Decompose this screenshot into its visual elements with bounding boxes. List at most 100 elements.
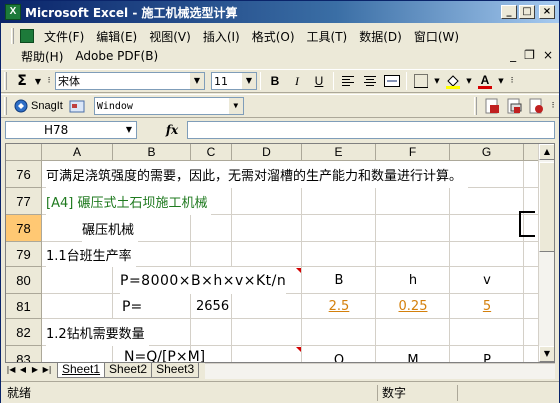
borders-icon[interactable] [411,71,431,91]
first-sheet-icon[interactable]: |◀ [5,363,17,377]
column-header-b[interactable]: B [113,144,191,161]
column-header-d[interactable]: D [232,144,302,161]
font-size-select[interactable]: 11 ▼ [211,72,257,90]
merge-center-icon[interactable] [382,71,402,91]
column-header-g[interactable]: G [450,144,524,161]
cell-e81[interactable]: 2.5 [302,294,376,319]
menu-help[interactable]: 帮助(H) [15,48,69,65]
cell-g83[interactable]: P [450,350,524,363]
cell-a79[interactable]: 1.1台班生产率 [46,242,136,267]
tab-sheet3[interactable]: Sheet3 [151,363,200,378]
menu-grip[interactable] [11,28,14,44]
align-left-icon[interactable] [338,71,358,91]
row-header-78[interactable]: 78 [6,215,42,242]
pdf-email-icon[interactable] [504,96,524,116]
row-header-77[interactable]: 77 [6,188,42,215]
formula-input[interactable] [187,121,555,139]
toolbar-grip[interactable] [4,72,7,90]
cell-b83[interactable]: N=Q/[P×M] [124,346,205,362]
row-header-79[interactable]: 79 [6,242,42,267]
autosum-dropdown-icon[interactable]: ▼ [34,71,42,91]
underline-button[interactable]: U [309,71,329,91]
menu-tools[interactable]: 工具(T) [301,28,354,45]
row-header-82[interactable]: 82 [6,319,42,346]
select-all-corner[interactable] [6,144,42,161]
cell-e80[interactable]: B [302,267,376,294]
row-header-76[interactable]: 76 [6,161,42,188]
pdf-review-icon[interactable] [526,96,546,116]
snagit-settings-icon[interactable] [67,96,87,116]
maximize-button[interactable]: □ [519,5,535,19]
formula-bar: H78 ▼ fx [1,119,559,141]
cell-f80[interactable]: h [376,267,450,294]
workbook-close-button[interactable]: × [543,48,553,62]
column-header-f[interactable]: F [376,144,450,161]
menu-view[interactable]: 视图(V) [143,28,197,45]
menu-window[interactable]: 窗口(W) [408,28,465,45]
cell-a77[interactable]: [A4] 碾压式土石坝施工机械 [46,188,212,215]
toolbar-grip[interactable] [4,97,7,115]
tab-sheet2[interactable]: Sheet2 [104,363,153,378]
autosum-icon[interactable]: Σ [12,71,32,91]
cell-f81[interactable]: 0.25 [376,294,450,319]
fill-color-icon[interactable] [443,71,463,91]
row-header-83[interactable]: 83 [6,346,42,362]
column-header-e[interactable]: E [302,144,376,161]
scroll-thumb[interactable] [539,162,554,252]
cell-g81[interactable]: 5 [450,294,524,319]
font-color-icon[interactable]: A [475,71,495,91]
last-sheet-icon[interactable]: ▶| [41,363,53,377]
italic-button[interactable]: I [287,71,307,91]
toolbar-options-icon[interactable]: ⁝ [507,71,517,91]
snagit-mode-select[interactable]: Window ▼ [93,97,244,115]
cell-a82[interactable]: 1.2钻机需要数量 [46,319,149,346]
toolbar-grip[interactable] [474,97,477,115]
column-header-c[interactable]: C [191,144,232,161]
toolbar-options-icon[interactable]: ⁝ [44,71,54,91]
menu-row-2: 帮助(H) Adobe PDF(B) [15,46,164,66]
cell-g80[interactable]: v [450,267,524,294]
scroll-down-icon[interactable]: ▼ [539,346,554,362]
vertical-scrollbar[interactable]: ▲ ▼ [538,144,554,362]
prev-sheet-icon[interactable]: ◀ [17,363,29,377]
bold-button[interactable]: B [265,71,285,91]
menu-adobe-pdf[interactable]: Adobe PDF(B) [69,49,164,63]
cell-a78[interactable]: 碾压机械 [82,215,139,242]
menu-data[interactable]: 数据(D) [353,28,408,45]
close-button[interactable]: × [539,5,555,19]
fill-color-dropdown-icon[interactable]: ▼ [465,71,473,91]
cell-e83[interactable]: Q [302,350,376,363]
cell-c81[interactable]: 2656 [196,294,229,319]
column-header-a[interactable]: A [42,144,113,161]
name-box[interactable]: H78 ▼ [5,121,137,139]
cell-a76[interactable]: 可满足浇筑强度的需要，因此，无需对溜槽的生产能力和数量进行计算。 [46,161,469,188]
font-name-select[interactable]: 宋体 ▼ [55,72,205,90]
scroll-up-icon[interactable]: ▲ [539,144,554,160]
workbook-icon[interactable] [20,29,34,43]
menu-edit[interactable]: 编辑(E) [90,28,143,45]
toolbar-options-icon[interactable]: ⁝ [548,96,558,116]
tab-sheet1[interactable]: Sheet1 [57,363,106,378]
workbook-restore-button[interactable]: ❐ [524,48,535,62]
row-header-81[interactable]: 81 [6,294,42,319]
next-sheet-icon[interactable]: ▶ [29,363,41,377]
align-center-icon[interactable] [360,71,380,91]
insert-function-icon[interactable]: fx [157,123,187,137]
toolbar-separator [260,72,261,90]
workbook-minimize-button[interactable]: _ [510,48,516,62]
borders-dropdown-icon[interactable]: ▼ [433,71,441,91]
cell-f83[interactable]: M [376,350,450,363]
worksheet-grid[interactable]: A B C D E F G 76 77 78 79 80 81 82 83 可满… [5,143,555,363]
font-color-dropdown-icon[interactable]: ▼ [497,71,505,91]
minimize-button[interactable]: _ [501,5,517,19]
pdf-convert-icon[interactable] [482,96,502,116]
cell-b81[interactable]: P= [122,294,142,319]
excel-icon[interactable]: X [5,4,21,20]
horizontal-scrollbar[interactable] [205,363,555,379]
cell-b80[interactable]: P=8000×B×h×v×Kt/n [120,267,287,294]
menu-insert[interactable]: 插入(I) [197,28,246,45]
menu-file[interactable]: 文件(F) [38,28,90,45]
menu-format[interactable]: 格式(O) [246,28,301,45]
snagit-capture-button[interactable]: SnagIt [12,96,65,116]
row-header-80[interactable]: 80 [6,267,42,294]
